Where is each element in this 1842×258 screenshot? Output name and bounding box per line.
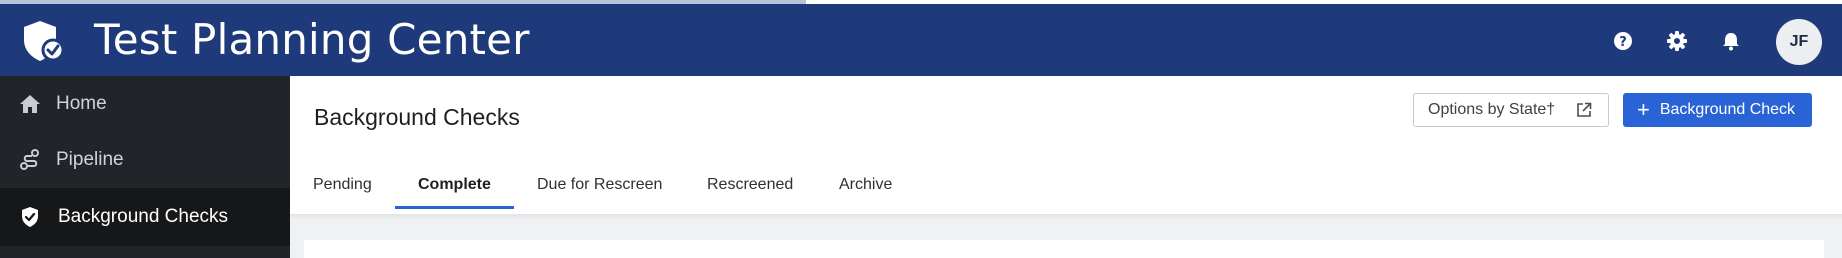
page-title: Background Checks: [314, 104, 520, 130]
svg-text:?: ?: [1619, 35, 1627, 50]
sidebar-item-home[interactable]: Home: [0, 76, 290, 132]
tab-rescreened[interactable]: Rescreened: [707, 162, 793, 208]
home-icon: [18, 92, 42, 116]
active-tab-indicator: [395, 206, 514, 209]
app-title: Test Planning Center: [94, 15, 530, 64]
main-content: Background Checks Options by State† + Ba…: [290, 76, 1842, 258]
tab-pending[interactable]: Pending: [313, 162, 372, 208]
add-background-check-label: Background Check: [1659, 101, 1796, 118]
sidebar-item-label: Background Checks: [58, 206, 229, 227]
sidebar: Home Pipeline Background Checks: [0, 76, 290, 258]
sidebar-item-label: Pipeline: [56, 149, 124, 170]
tab-due-for-rescreen[interactable]: Due for Rescreen: [537, 162, 662, 208]
avatar[interactable]: JF: [1776, 19, 1822, 65]
sidebar-item-background-checks[interactable]: Background Checks: [0, 188, 290, 246]
options-by-state-label: Options by State†: [1428, 101, 1556, 118]
sidebar-item-pipeline[interactable]: Pipeline: [0, 132, 290, 188]
help-icon[interactable]: ?: [1612, 30, 1634, 52]
tab-bar: Pending Complete Due for Rescreen Rescre…: [290, 162, 1842, 208]
pipeline-icon: [18, 148, 42, 172]
external-link-icon: [1576, 102, 1592, 123]
add-background-check-button[interactable]: + Background Check: [1623, 93, 1812, 127]
app-header: Test Planning Center ? JF: [0, 4, 1842, 76]
plus-icon: +: [1637, 97, 1650, 122]
sidebar-item-label: Home: [56, 93, 107, 114]
bell-icon[interactable]: [1720, 30, 1742, 52]
gear-icon[interactable]: [1666, 30, 1688, 52]
tab-complete[interactable]: Complete: [418, 162, 491, 208]
shield-check-icon: [18, 205, 42, 229]
tab-archive[interactable]: Archive: [839, 162, 892, 208]
options-by-state-button[interactable]: Options by State†: [1413, 93, 1609, 127]
content-card: [304, 240, 1824, 258]
logo-shield-icon[interactable]: [20, 18, 66, 64]
